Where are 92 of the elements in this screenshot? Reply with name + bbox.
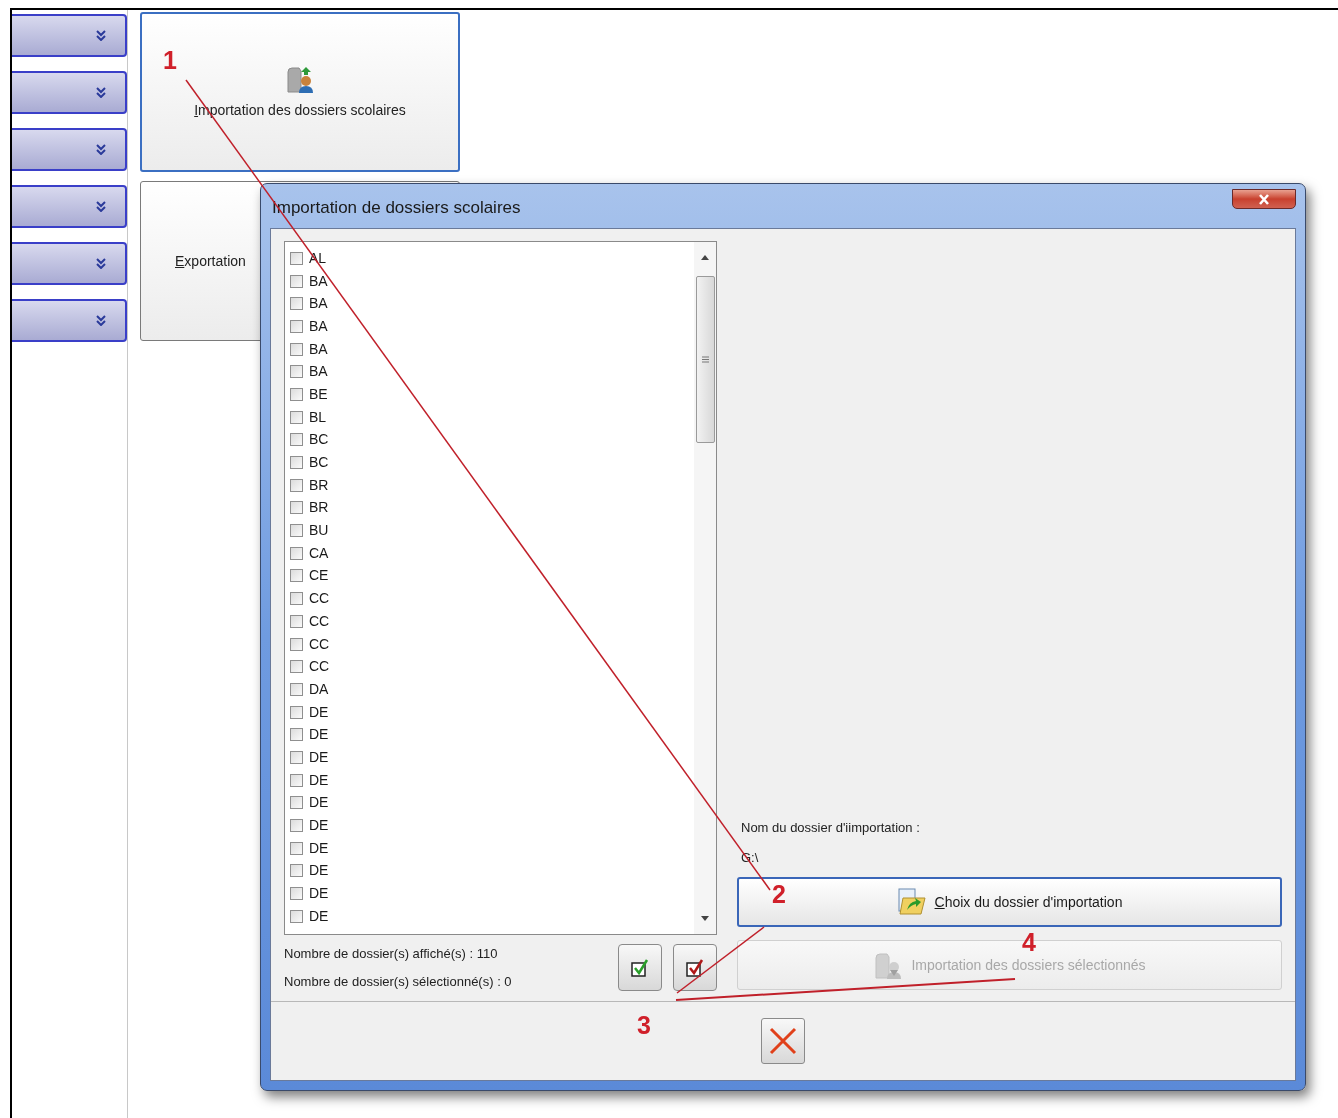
- checkbox[interactable]: [290, 864, 303, 878]
- checked-box-icon: [630, 957, 650, 978]
- checkbox[interactable]: [290, 909, 303, 923]
- double-chevron-down-icon: [96, 87, 106, 98]
- folder-item-label[interactable]: DE: [309, 746, 329, 768]
- checkbox[interactable]: [290, 433, 303, 447]
- scrollbar-thumb[interactable]: [695, 276, 715, 443]
- checkbox[interactable]: [290, 478, 303, 492]
- checkbox[interactable]: [290, 841, 303, 855]
- folder-item-label[interactable]: DE: [309, 724, 329, 746]
- checkbox[interactable]: [290, 251, 303, 265]
- folder-item-label[interactable]: DE: [309, 905, 329, 927]
- cancel-button[interactable]: [761, 1018, 805, 1064]
- double-chevron-down-icon: [96, 30, 106, 41]
- folder-item-label[interactable]: CE: [309, 565, 329, 587]
- close-icon: [768, 1026, 798, 1056]
- checkbox[interactable]: [290, 614, 303, 628]
- checkbox[interactable]: [290, 387, 303, 401]
- checkbox[interactable]: [290, 637, 303, 651]
- sidebar-section-bar[interactable]: [12, 185, 127, 228]
- folder-item-label[interactable]: BA: [309, 270, 328, 292]
- sidebar-section-bar[interactable]: [12, 299, 127, 342]
- checkbox[interactable]: [290, 819, 303, 833]
- folder-item-label[interactable]: BC: [309, 452, 329, 474]
- displayed-count-text: Nombre de dossier(s) affiché(s) : 110: [284, 945, 499, 963]
- folder-item-label[interactable]: DE: [309, 769, 329, 791]
- checkbox[interactable]: [290, 319, 303, 333]
- folder-item-label[interactable]: BE: [309, 383, 328, 405]
- double-chevron-down-icon: [96, 258, 106, 269]
- close-window-button[interactable]: [1232, 189, 1296, 209]
- folder-item-label[interactable]: BR: [309, 497, 329, 519]
- annotation-number: 2: [772, 882, 786, 907]
- annotation-number: 3: [637, 1013, 651, 1038]
- folder-item-label[interactable]: CC: [309, 633, 330, 655]
- folder-item-label[interactable]: BL: [309, 406, 327, 428]
- checkbox[interactable]: [290, 297, 303, 311]
- checkbox[interactable]: [290, 705, 303, 719]
- checkbox[interactable]: [290, 682, 303, 696]
- folder-item-label[interactable]: DE: [309, 860, 329, 882]
- folder-item-label[interactable]: DA: [309, 678, 329, 700]
- folder-item-label[interactable]: BA: [309, 315, 328, 337]
- checkbox[interactable]: [290, 592, 303, 606]
- sidebar-section-bar[interactable]: [12, 14, 127, 57]
- deselect-all-button[interactable]: [673, 944, 717, 991]
- folder-label: Nom du dossier d'iimportation :: [740, 819, 921, 837]
- folder-item-label[interactable]: BA: [309, 293, 328, 315]
- folder-item-label[interactable]: DE: [309, 815, 329, 837]
- folder-person-icon: [873, 950, 904, 980]
- ticked-box-icon: [685, 957, 705, 978]
- folder-item-label[interactable]: DE: [309, 837, 329, 859]
- checkbox[interactable]: [290, 342, 303, 356]
- checkbox[interactable]: [290, 728, 303, 742]
- grip-icon: [701, 356, 709, 363]
- double-chevron-down-icon: [96, 144, 106, 155]
- checkbox[interactable]: [290, 569, 303, 583]
- select-all-button[interactable]: [618, 944, 662, 991]
- folder-item-label[interactable]: DE: [309, 883, 329, 905]
- checkbox[interactable]: [290, 660, 303, 674]
- checkbox[interactable]: [290, 887, 303, 901]
- folder-item-label[interactable]: DE: [309, 792, 329, 814]
- folder-item-label[interactable]: DE: [309, 701, 329, 723]
- folder-item-label[interactable]: BA: [309, 361, 328, 383]
- folder-item-label[interactable]: BR: [309, 474, 329, 496]
- folder-item-label[interactable]: BA: [309, 338, 328, 360]
- annotation-number: 1: [163, 48, 177, 73]
- checkbox[interactable]: [290, 456, 303, 470]
- folder-item-label[interactable]: CC: [309, 656, 330, 678]
- selected-count-text: Nombre de dossier(s) sélectionné(s) : 0: [284, 972, 512, 991]
- double-chevron-down-icon: [96, 201, 106, 212]
- checkbox[interactable]: [290, 410, 303, 424]
- checkbox[interactable]: [290, 274, 303, 288]
- close-icon: [1258, 193, 1270, 205]
- scrollbar[interactable]: [694, 242, 716, 934]
- folder-item-label[interactable]: CC: [309, 610, 330, 632]
- folder-arrow-icon: [896, 888, 927, 916]
- folder-item-label[interactable]: BC: [309, 429, 329, 451]
- checkbox[interactable]: [290, 750, 303, 764]
- checkbox[interactable]: [290, 546, 303, 560]
- checkbox[interactable]: [290, 501, 303, 515]
- checkbox[interactable]: [290, 524, 303, 538]
- sidebar-section-bar[interactable]: [12, 71, 127, 114]
- scroll-up-arrow-icon: [701, 255, 709, 260]
- checkbox[interactable]: [290, 796, 303, 810]
- checkbox[interactable]: [290, 365, 303, 379]
- sidebar-section-bar[interactable]: [12, 242, 127, 285]
- double-chevron-down-icon: [96, 315, 106, 326]
- scroll-down-arrow-icon: [701, 916, 709, 921]
- checkbox[interactable]: [290, 773, 303, 787]
- sidebar-section-bar[interactable]: [12, 128, 127, 171]
- folder-item-label[interactable]: CC: [309, 588, 330, 610]
- folder-item-label[interactable]: BU: [309, 520, 329, 542]
- folder-item-label[interactable]: CA: [309, 542, 329, 564]
